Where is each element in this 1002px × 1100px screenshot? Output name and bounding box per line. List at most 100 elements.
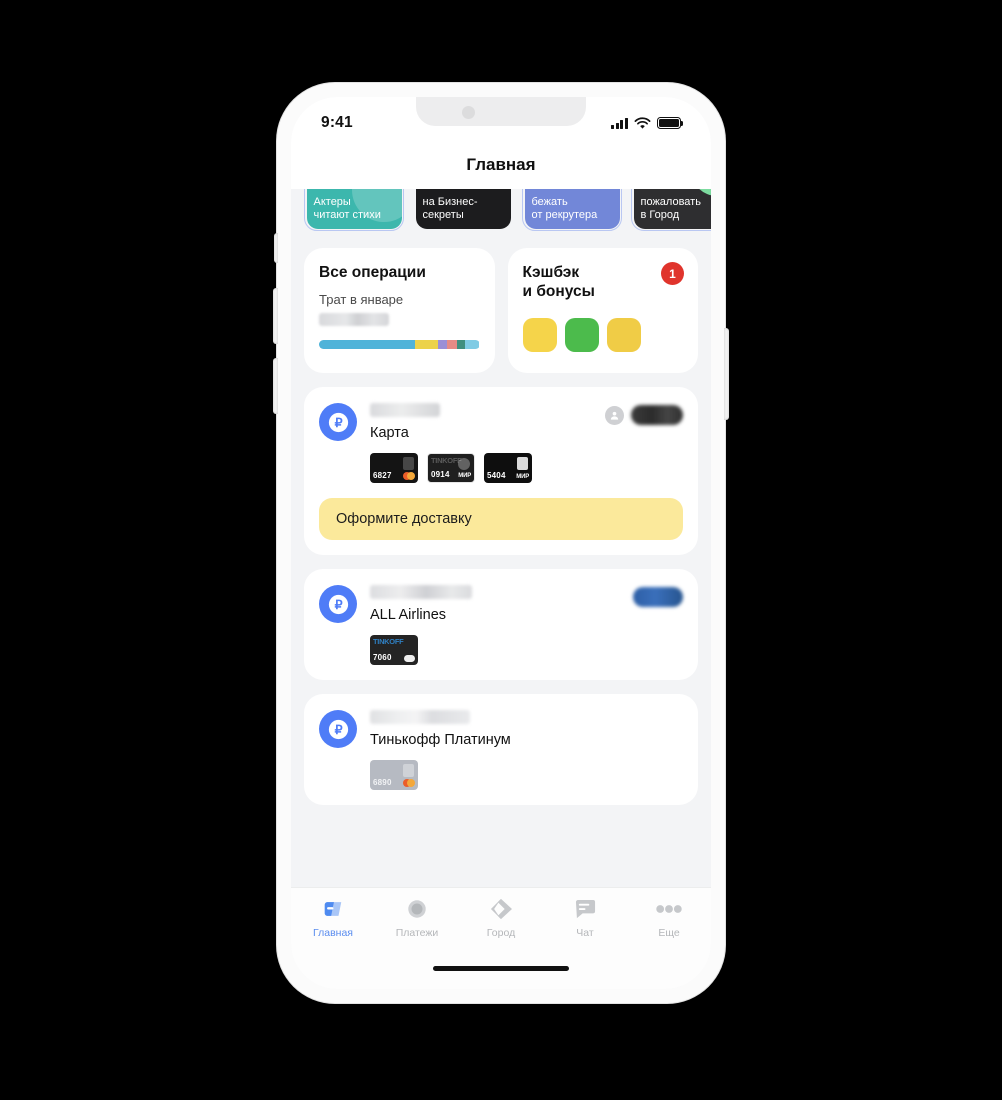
card-last4: 0914 [431, 470, 450, 479]
card-last4: 5404 [487, 471, 506, 480]
mastercard-logo-icon [402, 472, 415, 480]
tab-label: Платежи [395, 927, 439, 939]
card-last4: 6890 [373, 778, 392, 787]
hidden-amount-pill [633, 587, 683, 607]
account-actions[interactable] [627, 712, 683, 732]
story-thumbnail: на Бизнес- секреты [415, 189, 511, 229]
phone-screen: 9:41 Главная Актеры читают стихи на Бизн… [291, 97, 711, 989]
spend-segment [465, 339, 480, 349]
spend-segment [319, 339, 416, 349]
summary-cards-row: Все операции Трат в январе Кэшбэк и бону… [291, 233, 711, 373]
chat-icon [574, 897, 597, 921]
cashback-badge: 1 [661, 262, 684, 285]
account-actions[interactable] [605, 405, 683, 425]
tab-more[interactable]: Еще [627, 897, 711, 954]
card-thumbnails-row[interactable]: 6827 TINKOFF 0914 МИР 5404 МИР [370, 453, 683, 483]
story-label: на Бизнес- секреты [422, 195, 478, 222]
svg-text:₽: ₽ [334, 597, 342, 611]
delivery-cta-button[interactable]: Оформите доставку [319, 498, 683, 540]
cashback-title: Кэшбэк и бонусы [522, 264, 595, 300]
card-thumbnail[interactable]: TINKOFF 7060 [370, 635, 418, 665]
home-icon [322, 897, 344, 921]
person-avatar-icon [605, 405, 624, 425]
cashback-tile[interactable] [522, 318, 557, 352]
hidden-amount-pill [631, 405, 683, 425]
hidden-amount-pill [627, 712, 683, 732]
story-thumbnail: Актеры читают стихи [306, 189, 402, 229]
spend-segment [415, 339, 438, 349]
card-chip-icon [403, 457, 414, 470]
mir-logo-icon: МИР [516, 474, 529, 480]
tab-payments[interactable]: Платежи [375, 897, 459, 954]
hidden-balance [370, 710, 470, 724]
status-time: 9:41 [321, 114, 353, 131]
front-camera-icon [462, 106, 475, 119]
volume-down-button[interactable] [273, 358, 278, 414]
battery-full-icon [657, 117, 684, 129]
card-thumbnails-row[interactable]: 6890 [370, 760, 683, 790]
story-card[interactable]: на Бизнес- секреты [413, 189, 513, 231]
power-button[interactable] [724, 328, 729, 420]
cashback-tile[interactable] [564, 318, 599, 352]
card-chip-icon [403, 764, 414, 777]
city-icon [489, 897, 513, 921]
account-header: ₽ ALL Airlines [319, 585, 683, 623]
tab-label: Чат [576, 927, 594, 939]
account-header: ₽ Тинькофф Платинум [319, 710, 683, 748]
card-network-icon [404, 655, 415, 662]
story-thumbnail: пожаловать в Город [633, 189, 711, 229]
spend-segment [437, 339, 448, 349]
cashback-tile[interactable] [606, 318, 641, 352]
cashback-bonuses-card[interactable]: Кэшбэк и бонусы 1 [507, 248, 698, 373]
account-name: Карта [370, 425, 409, 441]
card-thumbnail[interactable]: 6890 [370, 760, 418, 790]
spend-segment [447, 339, 458, 349]
account-card[interactable]: ₽ ALL Airlines TINKOFF 7060 [304, 569, 698, 680]
mastercard-logo-icon [402, 779, 415, 787]
tab-chat[interactable]: Чат [543, 897, 627, 954]
account-actions[interactable] [633, 587, 683, 607]
svg-text:₽: ₽ [334, 415, 342, 429]
story-thumbnail: бежать от рекрутера [524, 189, 620, 229]
card-thumbnail[interactable]: TINKOFF 0914 МИР [427, 453, 475, 483]
story-card[interactable]: пожаловать в Город [631, 189, 711, 231]
story-label: пожаловать в Город [640, 195, 701, 222]
account-card[interactable]: ₽ Тинькофф Платинум 6890 [304, 694, 698, 805]
bottom-tab-bar: Главная Платежи Город Чат Еще [291, 887, 711, 989]
payments-icon [406, 897, 428, 921]
account-card[interactable]: ₽ Карта 6827 TINKOFF 0914 МИР 5404 МИР О… [304, 387, 698, 555]
ruble-circle-icon: ₽ [319, 403, 357, 441]
card-brand-label: TINKOFF [431, 456, 462, 465]
card-last4: 6827 [373, 471, 392, 480]
all-operations-card[interactable]: Все операции Трат в январе [304, 248, 495, 373]
tab-city[interactable]: Город [459, 897, 543, 954]
story-label: Актеры читают стихи [313, 195, 381, 222]
card-thumbnail[interactable]: 5404 МИР [484, 453, 532, 483]
status-bar: 9:41 [291, 97, 711, 143]
card-thumbnails-row[interactable]: TINKOFF 7060 [370, 635, 683, 665]
svg-text:₽: ₽ [334, 722, 342, 736]
phone-device-frame: 9:41 Главная Актеры читают стихи на Бизн… [273, 83, 729, 1003]
account-header: ₽ Карта [319, 403, 683, 441]
home-indicator[interactable] [433, 966, 569, 971]
wifi-icon [634, 116, 651, 129]
account-name: Тинькофф Платинум [370, 732, 511, 748]
story-label: бежать от рекрутера [531, 195, 598, 222]
story-card[interactable]: бежать от рекрутера [522, 189, 622, 231]
screenshot-canvas: 9:41 Главная Актеры читают стихи на Бизн… [0, 0, 1002, 1100]
story-card[interactable]: Актеры читают стихи [304, 189, 404, 231]
volume-up-button[interactable] [273, 288, 278, 344]
card-thumbnail[interactable]: 6827 [370, 453, 418, 483]
silent-switch-button[interactable] [274, 233, 278, 263]
tab-home[interactable]: Главная [291, 897, 375, 954]
scroll-content: Актеры читают стихи на Бизнес- секреты б… [291, 189, 711, 933]
card-person-icon [517, 457, 528, 470]
tab-label: Главная [313, 927, 353, 939]
tab-label: Город [486, 927, 516, 939]
hidden-balance [370, 585, 472, 599]
mir-logo-icon: МИР [458, 473, 471, 479]
hidden-balance [370, 403, 440, 417]
cashback-offer-tiles[interactable] [522, 318, 684, 352]
stories-carousel[interactable]: Актеры читают стихи на Бизнес- секреты б… [291, 189, 711, 233]
spend-segment [457, 339, 466, 349]
